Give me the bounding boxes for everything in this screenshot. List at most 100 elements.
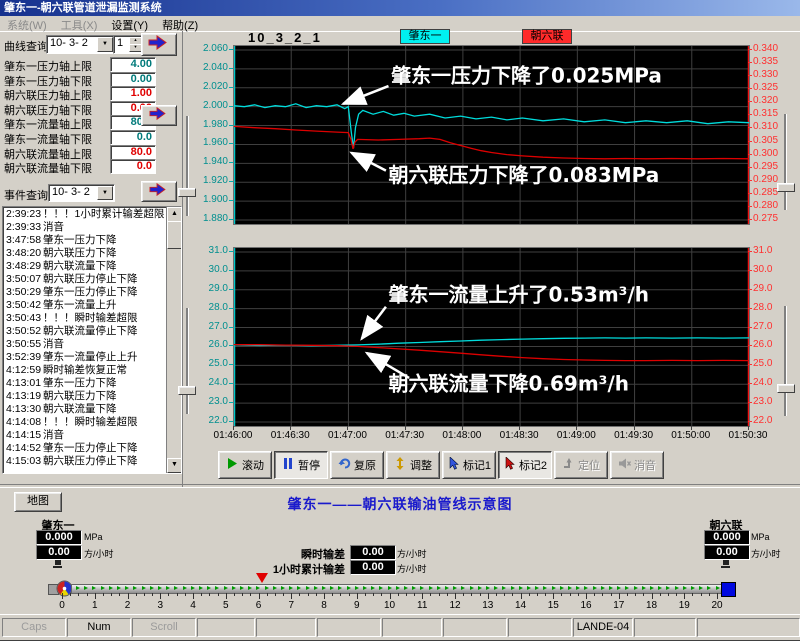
axis-limit-input[interactable]: 0.0 [110, 159, 156, 174]
event-row[interactable]: 4:13:19朝六联压力下降 [4, 390, 166, 403]
event-row[interactable]: 3:48:20朝六联压力下降 [4, 247, 166, 260]
event-query-combo[interactable]: 10- 3- 2 ▼ [48, 184, 115, 202]
axis-limit-input[interactable]: 1.00 [110, 86, 156, 101]
curve-index-spinner[interactable]: 1 ▲ ▼ [113, 35, 144, 54]
hour-diff-label: 1小时累计输差 [230, 561, 345, 577]
event-row[interactable]: 2:39:23！！！1小时累计输差超限 [4, 208, 166, 221]
flow-direction-icon [429, 586, 433, 590]
status-cell [508, 618, 572, 637]
right-axis-tick [748, 154, 752, 155]
ruler-tick [193, 593, 194, 599]
flow-direction-icon [379, 586, 383, 590]
chart-annotation: 朝六联压力下降了0.083MPa [389, 163, 660, 187]
event-row[interactable]: 3:50:42肇东一流量上升 [4, 299, 166, 312]
event-text: 朝六联流量停止下降 [43, 325, 138, 338]
event-row[interactable]: 3:50:43！！！瞬时输差超限 [4, 312, 166, 325]
flow-direction-icon [248, 586, 252, 590]
pressure-chart-plot[interactable]: 肇东一压力下降了0.025MPa朝六联压力下降了0.083MPa [233, 45, 750, 225]
scrollbar-thumb[interactable] [167, 221, 182, 249]
flow-direction-icon [642, 586, 646, 590]
event-row[interactable]: 4:15:03朝六联压力停止下降 [4, 455, 166, 468]
scroll-down-icon[interactable]: ▼ [167, 458, 182, 473]
toolbar-button-pause[interactable]: 暂停 [274, 451, 328, 479]
pressure-chart-svg: 肇东一压力下降了0.025MPa朝六联压力下降了0.083MPa [234, 46, 749, 224]
ruler-tick [357, 593, 358, 599]
toolbar-button-cursor-red[interactable]: 标记2 [498, 451, 552, 479]
axis-limit-input[interactable]: 80.0 [110, 145, 156, 160]
axis-scale-slider[interactable] [186, 116, 189, 216]
left-axis-tick-label: 25.0 [190, 359, 228, 369]
toolbar-button-locate: 定位 [554, 451, 608, 479]
toolbar-button-undo[interactable]: 复原 [330, 451, 384, 479]
legend-chaoliulian: 朝六联 [522, 29, 572, 44]
flow-direction-icon [404, 586, 408, 590]
flow-direction-icon [437, 586, 441, 590]
toolbar-button-label: 定位 [578, 457, 600, 473]
curve-query-submit-button[interactable] [141, 33, 177, 56]
event-row[interactable]: 3:48:29朝六联流量下降 [4, 260, 166, 273]
toolbar-button-label: 消音 [634, 457, 656, 473]
curve-query-combo[interactable]: 10- 3- 2 ▼ [46, 35, 115, 54]
event-query-submit-button[interactable] [141, 181, 177, 202]
slider-handle[interactable] [777, 183, 795, 192]
toolbar-button-adjust[interactable]: 调整 [386, 451, 440, 479]
event-row[interactable]: 3:50:29肇东一压力停止下降 [4, 286, 166, 299]
axis-limit-input[interactable]: 0.0 [110, 130, 156, 145]
event-row[interactable]: 4:14:08！！！瞬时输差超限 [4, 416, 166, 429]
axis-limit-input[interactable]: 0.00 [110, 72, 156, 87]
time-axis-tick [748, 426, 749, 430]
right-axis-tick [748, 327, 752, 328]
chevron-down-icon[interactable]: ▼ [97, 186, 113, 200]
right-axis-tick-label: 26.0 [753, 340, 793, 350]
event-time: 4:14:15 [4, 429, 43, 442]
event-row[interactable]: 4:14:15消音 [4, 429, 166, 442]
slider-handle[interactable] [178, 188, 196, 197]
event-row[interactable]: 4:13:01肇东一压力下降 [4, 377, 166, 390]
submit-arrow-icon [142, 182, 172, 197]
right-axis-tick [748, 289, 752, 290]
ruler-tick [668, 593, 669, 596]
flow-direction-icon [453, 586, 457, 590]
axis-limit-input[interactable]: 4.00 [110, 57, 156, 72]
axis-scale-slider[interactable] [784, 114, 787, 210]
axis-scale-slider[interactable] [186, 308, 189, 414]
event-row[interactable]: 3:52:39肇东一流量停止上升 [4, 351, 166, 364]
event-row[interactable]: 3:50:55消音 [4, 338, 166, 351]
ruler-tick [103, 593, 104, 596]
chevron-down-icon[interactable]: ▼ [97, 37, 113, 52]
flow-direction-icon [142, 586, 146, 590]
event-text: ！！！1小时累计输差超限 [43, 208, 164, 221]
time-axis-tick-label: 01:49:00 [544, 431, 608, 441]
instant-diff-label: 瞬时输差 [230, 546, 345, 562]
event-row[interactable]: 4:13:30朝六联流量下降 [4, 403, 166, 416]
event-text: 朝六联压力下降 [43, 390, 117, 403]
menu-item[interactable]: 设置(Y) [104, 16, 155, 31]
slider-handle[interactable] [777, 384, 795, 393]
toolbar-button-play[interactable]: 滚动 [218, 451, 272, 479]
scroll-up-icon[interactable]: ▲ [167, 207, 182, 222]
left-axis-tick-label: 1.960 [190, 138, 228, 148]
right-axis-tick-label: 23.0 [753, 397, 793, 407]
event-row[interactable]: 3:50:52朝六联流量停止下降 [4, 325, 166, 338]
event-row[interactable]: 2:39:33消音 [4, 221, 166, 234]
event-time: 3:52:39 [4, 351, 43, 364]
status-cell [256, 618, 316, 637]
event-row[interactable]: 3:47:58肇东一压力下降 [4, 234, 166, 247]
axis-scale-slider[interactable] [784, 306, 787, 416]
toolbar-button-cursor-blue[interactable]: 标记1 [442, 451, 496, 479]
event-row[interactable]: 3:50:07朝六联压力停止下降 [4, 273, 166, 286]
flow-direction-icon [207, 586, 211, 590]
menu-item[interactable]: 帮助(Z) [155, 16, 205, 31]
event-list-scrollbar[interactable]: ▲ ▼ [166, 207, 181, 473]
menu-item[interactable]: 工具(X) [54, 16, 105, 31]
event-row[interactable]: 4:12:59瞬时输差恢复正常 [4, 364, 166, 377]
map-button[interactable]: 地图 [14, 492, 62, 512]
flow-direction-icon [625, 586, 629, 590]
time-axis-tick [691, 426, 692, 430]
flow-direction-icon [92, 586, 96, 590]
slider-handle[interactable] [178, 386, 196, 395]
axis-limits-apply-button[interactable] [141, 105, 177, 126]
flow-chart-plot[interactable]: 肇东一流量上升了0.53m³/h朝六联流量下降0.69m³/h [233, 247, 750, 427]
event-row[interactable]: 4:14:52肇东一压力停止下降 [4, 442, 166, 455]
menu-item[interactable]: 系统(W) [0, 16, 54, 31]
